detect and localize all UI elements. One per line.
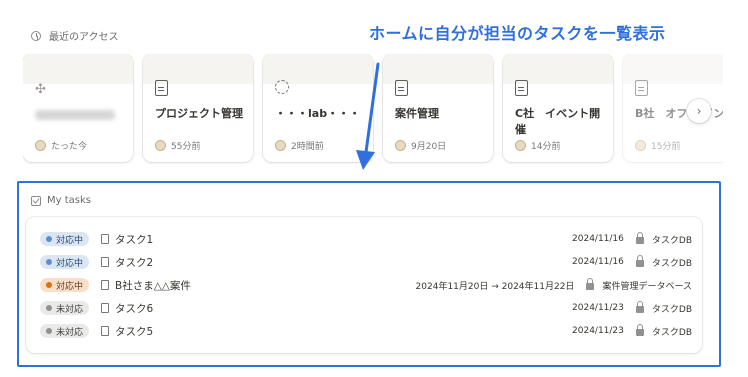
task-row[interactable]: 対応中 タスク2 2024/11/16 タスクDB (40, 252, 692, 272)
page-icon (515, 80, 528, 96)
task-date: 2024/11/23 (572, 326, 624, 336)
task-date: 2024/11/16 (572, 234, 624, 244)
tasks-card: 対応中 タスク1 2024/11/16 タスクDB 対応中 タスク2 2024/… (26, 217, 702, 353)
avatar (35, 140, 46, 151)
card-meta: たった今 (35, 139, 87, 152)
avatar (515, 140, 526, 151)
database-name[interactable]: タスクDB (652, 302, 692, 315)
status-dot (46, 259, 52, 265)
task-row[interactable]: 未対応 タスク5 2024/11/23 タスクDB (40, 321, 692, 341)
task-name[interactable]: B社さま△△案件 (115, 278, 191, 293)
card-meta: 14分前 (515, 139, 560, 152)
task-date: 2024/11/23 (572, 303, 624, 313)
status-label: 未対応 (56, 327, 84, 338)
status-label: 未対応 (56, 304, 84, 315)
recent-card-4[interactable]: 案件管理 9月20日 (383, 54, 493, 162)
task-row[interactable]: 未対応 タスク6 2024/11/23 タスクDB (40, 298, 692, 318)
database-name[interactable]: タスクDB (652, 325, 692, 338)
task-name[interactable]: タスク5 (115, 324, 153, 339)
status-badge[interactable]: 対応中 (40, 278, 90, 292)
status-label: 対応中 (56, 235, 84, 246)
card-time: 15分前 (651, 142, 681, 152)
page-icon (101, 234, 110, 244)
checkbox-icon (31, 195, 41, 206)
card-meta: 15分前 (635, 139, 680, 152)
database-name[interactable]: 案件管理データベース (602, 279, 692, 292)
status-label: 対応中 (56, 281, 84, 292)
blurred-title (35, 110, 115, 120)
recent-card-3[interactable]: ・・・lab・・・ 2時間前 (263, 54, 373, 162)
task-row[interactable]: 対応中 タスク1 2024/11/16 タスクDB (40, 229, 692, 249)
card-title: プロジェクト管理 (155, 107, 243, 120)
avatar (635, 140, 646, 151)
spiral-icon (275, 80, 289, 94)
recent-card-5[interactable]: C社 イベント開催 14分前 (503, 54, 613, 162)
clock-icon (31, 30, 41, 41)
callout-annotation: ホームに自分が担当のタスクを一覧表示 (369, 24, 666, 43)
avatar (275, 140, 286, 151)
card-cover (23, 54, 133, 84)
chevron-right-icon: › (696, 104, 702, 118)
plus-icon: ✣ (35, 82, 46, 97)
page-icon (101, 280, 110, 290)
page-icon (155, 80, 168, 96)
task-name[interactable]: タスク2 (115, 255, 153, 270)
task-name[interactable]: タスク6 (115, 301, 153, 316)
recent-header: 最近のアクセス (31, 28, 119, 43)
lock-icon (635, 255, 644, 267)
recent-card-1[interactable]: ✣ たった今 (23, 54, 133, 162)
page-icon (395, 80, 408, 96)
tasks-header: My tasks (31, 195, 91, 206)
card-meta: 2時間前 (275, 139, 324, 152)
lock-icon (586, 278, 595, 290)
card-time: 55分前 (171, 142, 201, 152)
status-dot (46, 282, 52, 288)
status-badge[interactable]: 未対応 (40, 324, 90, 338)
card-title: C社 イベント開催 (515, 107, 601, 136)
status-dot (46, 236, 52, 242)
database-name[interactable]: タスクDB (652, 233, 692, 246)
lock-icon (635, 301, 644, 313)
recent-card-2[interactable]: プロジェクト管理 55分前 (143, 54, 253, 162)
scroll-next-button[interactable]: › (687, 99, 711, 123)
card-title: 案件管理 (395, 107, 439, 120)
tasks-heading: My tasks (47, 195, 91, 206)
status-label: 対応中 (56, 258, 84, 269)
status-badge[interactable]: 対応中 (40, 255, 90, 269)
database-name[interactable]: タスクDB (652, 256, 692, 269)
page-icon (101, 303, 110, 313)
lock-icon (635, 232, 644, 244)
status-badge[interactable]: 対応中 (40, 232, 90, 246)
page-icon (101, 257, 110, 267)
avatar (395, 140, 406, 151)
card-time: 14分前 (531, 142, 561, 152)
task-date: 2024/11/16 (572, 257, 624, 267)
task-name[interactable]: タスク1 (115, 232, 153, 247)
page-icon (635, 80, 648, 96)
recent-cards: ✣ たった今 プロジェクト管理 55分前 ・・・lab・・・ 2時間前 案件管理… (23, 54, 723, 164)
task-row[interactable]: 対応中 B社さま△△案件 2024年11月20日 → 2024年11月22日 案… (40, 275, 692, 295)
card-meta: 9月20日 (395, 139, 446, 152)
my-tasks-panel: My tasks 対応中 タスク1 2024/11/16 タスクDB 対応中 タ… (17, 181, 721, 367)
lock-icon (635, 324, 644, 336)
status-badge[interactable]: 未対応 (40, 301, 90, 315)
avatar (155, 140, 166, 151)
card-meta: 55分前 (155, 139, 200, 152)
task-date: 2024年11月20日 → 2024年11月22日 (415, 281, 575, 292)
card-time: 2時間前 (291, 142, 324, 152)
recent-heading: 最近のアクセス (49, 32, 119, 43)
status-dot (46, 328, 52, 334)
card-time: 9月20日 (411, 142, 447, 152)
page-icon (101, 326, 110, 336)
card-time: たった今 (51, 142, 88, 152)
status-dot (46, 305, 52, 311)
card-title: ・・・lab・・・ (275, 107, 361, 120)
